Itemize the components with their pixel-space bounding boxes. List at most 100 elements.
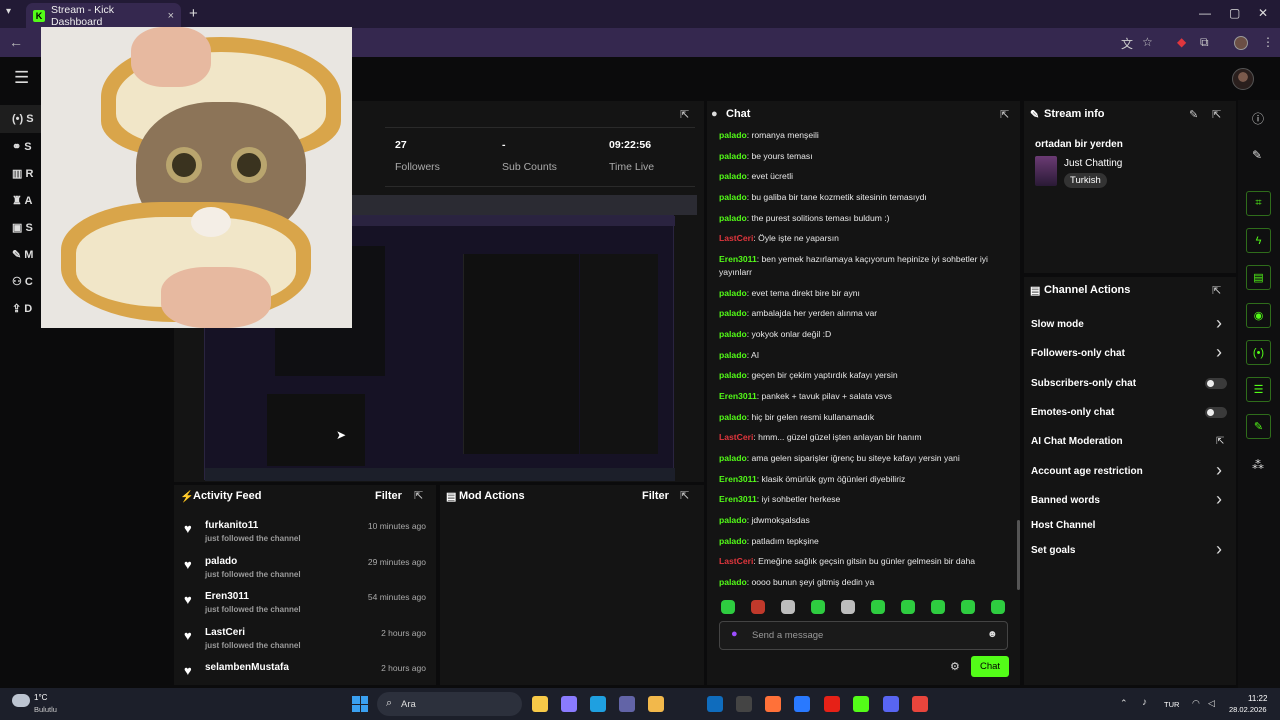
emote-icon[interactable]	[871, 600, 885, 614]
chat-scrollbar[interactable]	[1017, 520, 1020, 590]
external-link-icon[interactable]: ⇱	[1216, 436, 1224, 447]
chevron-right-icon[interactable]: ›	[1216, 342, 1222, 363]
rail-clipboard-icon[interactable]: ▤	[1246, 265, 1271, 290]
edit-icon[interactable]: ✎	[1252, 148, 1262, 162]
chevron-right-icon[interactable]: ›	[1216, 539, 1222, 560]
volume-icon[interactable]: ◁	[1208, 698, 1215, 709]
chat-input-placeholder[interactable]: Send a message	[752, 630, 823, 641]
chat-username[interactable]: palado	[719, 213, 747, 223]
channel-action-banned-words[interactable]: Banned words	[1031, 495, 1100, 506]
chevron-right-icon[interactable]: ›	[1216, 313, 1222, 334]
sidebar-item-stream[interactable]: (•) S	[12, 113, 34, 125]
app-icon[interactable]	[736, 696, 752, 712]
taskbar-search-label[interactable]: Ara	[401, 699, 416, 710]
mod-popout-icon[interactable]: ⇱	[680, 489, 689, 502]
chat-username[interactable]: LastCeri	[719, 233, 753, 243]
chat-username[interactable]: palado	[719, 453, 747, 463]
rail-list-icon[interactable]: ☰	[1246, 377, 1271, 402]
rail-wrench-icon[interactable]: ✎	[1246, 414, 1271, 439]
tab-list-icon[interactable]: ▾	[6, 6, 11, 17]
chat-username[interactable]: LastCeri	[719, 432, 753, 442]
emote-icon[interactable]	[961, 600, 975, 614]
chat-settings-gear-icon[interactable]: ⚙	[950, 660, 960, 673]
rail-screen-icon[interactable]: ⌗	[1246, 191, 1271, 216]
activity-username[interactable]: Eren3011	[205, 591, 249, 602]
chevron-right-icon[interactable]: ›	[1216, 489, 1222, 510]
clock-time[interactable]: 11:22	[1248, 694, 1267, 703]
weather-cloud-icon[interactable]	[12, 694, 30, 707]
file-explorer-icon[interactable]	[532, 696, 548, 712]
input-language[interactable]: TUR	[1164, 700, 1179, 709]
browser-menu-icon[interactable]: ⋮	[1262, 35, 1274, 49]
emote-icon[interactable]	[841, 600, 855, 614]
chat-username[interactable]: palado	[719, 171, 747, 181]
extension-red-icon[interactable]: ◆	[1177, 35, 1186, 49]
copilot-icon[interactable]	[561, 696, 577, 712]
windows-start-icon[interactable]	[352, 696, 368, 712]
activity-username[interactable]: LastCeri	[205, 627, 245, 638]
chevron-right-icon[interactable]: ›	[1216, 460, 1222, 481]
wifi-icon[interactable]: ◠	[1192, 698, 1200, 709]
chat-username[interactable]: palado	[719, 515, 747, 525]
back-icon[interactable]: ←	[9, 34, 23, 50]
chat-username[interactable]: LastCeri	[719, 556, 753, 566]
emote-icon[interactable]	[901, 600, 915, 614]
sidebar-item-5[interactable]: ▣ S	[12, 221, 33, 234]
emote-icon[interactable]	[931, 600, 945, 614]
minimize-button[interactable]: —	[1199, 6, 1211, 20]
translate-icon[interactable]: 文	[1121, 35, 1133, 52]
channel-action-subscribers-only-chat[interactable]: Subscribers-only chat	[1031, 378, 1136, 389]
firefox-icon[interactable]	[765, 696, 781, 712]
cursor-app-icon[interactable]	[794, 696, 810, 712]
channel-action-set-goals[interactable]: Set goals	[1031, 545, 1075, 556]
chrome-icon[interactable]	[912, 696, 928, 712]
chat-username[interactable]: palado	[719, 308, 747, 318]
weather-desc[interactable]: Bulutlu	[34, 705, 57, 714]
chat-username[interactable]: palado	[719, 412, 747, 422]
youtube-icon[interactable]	[824, 696, 840, 712]
chat-send-button[interactable]: Chat	[971, 656, 1009, 677]
stream-info-popout-icon[interactable]: ⇱	[1212, 108, 1221, 121]
activity-popout-icon[interactable]: ⇱	[414, 489, 423, 502]
outlook-icon[interactable]	[707, 696, 723, 712]
toggle-switch[interactable]	[1205, 378, 1227, 389]
chat-username[interactable]: palado	[719, 536, 747, 546]
sidebar-item-4[interactable]: ♜ A	[12, 194, 32, 207]
chat-username[interactable]: Eren3011	[719, 474, 757, 484]
chat-username[interactable]: palado	[719, 130, 747, 140]
channel-action-followers-only-chat[interactable]: Followers-only chat	[1031, 348, 1125, 359]
clock-date[interactable]: 28.02.2026	[1229, 705, 1267, 714]
new-tab-button[interactable]: +	[189, 5, 198, 22]
kick-app-icon[interactable]	[853, 696, 869, 712]
sidebar-item-2[interactable]: ⚭ S	[12, 140, 32, 153]
chat-popout-icon[interactable]: ⇱	[1000, 108, 1009, 121]
mod-filter-button[interactable]: Filter	[642, 490, 669, 502]
teams-icon[interactable]	[619, 696, 635, 712]
channel-action-emotes-only-chat[interactable]: Emotes-only chat	[1031, 407, 1114, 418]
activity-username[interactable]: furkanito11	[205, 520, 258, 531]
chat-username[interactable]: palado	[719, 192, 747, 202]
sidebar-item-8[interactable]: ⇪ D	[12, 302, 32, 315]
close-window-button[interactable]: ✕	[1258, 6, 1268, 20]
toggle-switch[interactable]	[1205, 407, 1227, 418]
sidebar-item-7[interactable]: ⚇ C	[12, 275, 33, 288]
chat-username[interactable]: Eren3011	[719, 254, 757, 264]
weather-temp[interactable]: 1°C	[34, 693, 47, 702]
activity-username[interactable]: palado	[205, 556, 237, 567]
rail-chat-icon[interactable]: ◉	[1246, 303, 1271, 328]
browser-tab[interactable]: K Stream - Kick Dashboard ×	[26, 3, 181, 28]
chat-username[interactable]: palado	[719, 370, 747, 380]
channel-action-host-channel[interactable]: Host Channel	[1031, 520, 1095, 531]
edge-icon[interactable]	[590, 696, 606, 712]
popout-icon[interactable]: ⇱	[680, 108, 689, 121]
user-avatar[interactable]	[1232, 68, 1254, 90]
emote-icon[interactable]	[781, 600, 795, 614]
activity-username[interactable]: selambenMustafa	[205, 662, 289, 673]
chat-username[interactable]: palado	[719, 329, 747, 339]
menu-hamburger-icon[interactable]: ☰	[14, 68, 29, 88]
activity-filter-button[interactable]: Filter	[375, 490, 402, 502]
sidebar-item-3[interactable]: ▥ R	[12, 167, 33, 180]
emoji-picker-icon[interactable]: ☻	[987, 629, 998, 640]
chat-username[interactable]: Eren3011	[719, 494, 757, 504]
edit-pencil-icon[interactable]: ✎	[1189, 108, 1198, 121]
